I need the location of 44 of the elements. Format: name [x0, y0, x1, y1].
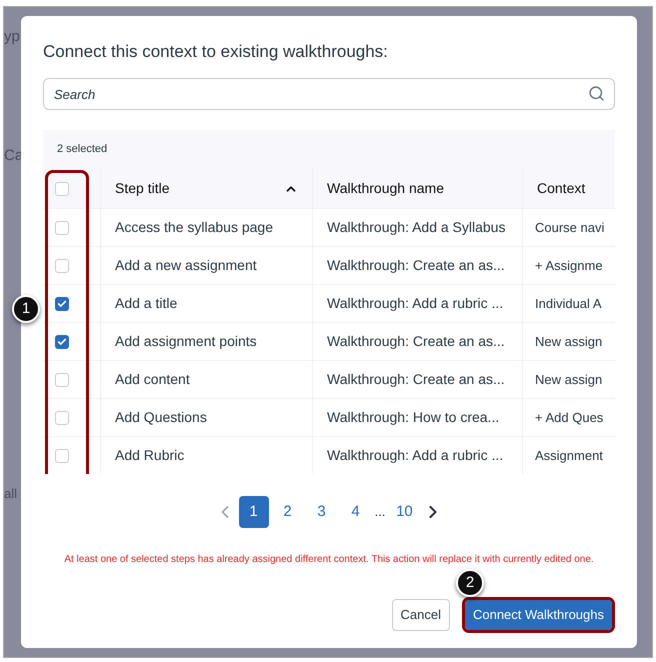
table-cell: Add a new assignment — [101, 246, 313, 284]
table-cell: Add Questions — [101, 398, 313, 436]
table-cell: Walkthrough: How to crea... — [313, 398, 523, 436]
table-cell: New assign — [523, 322, 615, 360]
table-cell: Add content — [101, 360, 313, 398]
search-field[interactable]: Search — [43, 78, 615, 110]
page-button[interactable]: 4 — [340, 496, 371, 528]
selection-count: 2 selected — [57, 142, 108, 158]
column-header[interactable]: Step title — [101, 169, 313, 208]
table-cell: Course navi — [523, 208, 615, 246]
table-cell: Add assignment points — [101, 322, 313, 360]
table-cell: New assign — [523, 360, 615, 398]
connect-button[interactable]: Connect Walkthroughs — [464, 600, 612, 630]
column-header[interactable]: Context — [523, 169, 615, 208]
table-cell: Access the syllabus page — [101, 208, 313, 246]
background-text: yp — [4, 27, 20, 47]
table-cell: Walkthrough: Add a rubric ... — [313, 436, 523, 474]
table-cell: Walkthrough: Create an as... — [313, 246, 523, 284]
table-cell: Add a title — [101, 284, 313, 322]
table-cell: Add Rubric — [101, 436, 313, 474]
check-icon — [57, 336, 67, 346]
checkbox[interactable] — [55, 296, 69, 310]
column-header[interactable]: Walkthrough name — [313, 169, 523, 208]
table-cell: Walkthrough: Add a Syllabus — [313, 208, 523, 246]
table-cell: + Assignme — [523, 246, 615, 284]
pagination-ellipsis: ... — [374, 503, 386, 522]
table-cell: Assignment — [523, 436, 615, 474]
warning-message: At least one of selected steps has already assigned different context. This action will replace it with currently edited one. — [63, 553, 595, 567]
table-cell: Walkthrough: Add a rubric ... — [313, 284, 523, 322]
table-cell: Walkthrough: Create an as... — [313, 360, 523, 398]
page-button[interactable]: 1 — [238, 496, 269, 528]
checkbox[interactable] — [55, 334, 69, 348]
dialog-title: Connect this context to existing walkthroughs: — [43, 41, 389, 63]
step-number-badge: 1 — [12, 295, 40, 323]
table-cell: Individual A — [523, 284, 615, 322]
check-icon — [57, 298, 67, 308]
page-button[interactable]: 10 — [389, 496, 420, 528]
page-button[interactable]: 3 — [306, 496, 337, 528]
cancel-button[interactable]: Cancel — [392, 599, 450, 631]
background-text: all — [4, 485, 18, 503]
page-button[interactable]: 2 — [272, 496, 303, 528]
table-cell: + Add Ques — [523, 398, 615, 436]
table-cell: Walkthrough: Create an as... — [313, 322, 523, 360]
search-icon[interactable] — [588, 85, 605, 102]
